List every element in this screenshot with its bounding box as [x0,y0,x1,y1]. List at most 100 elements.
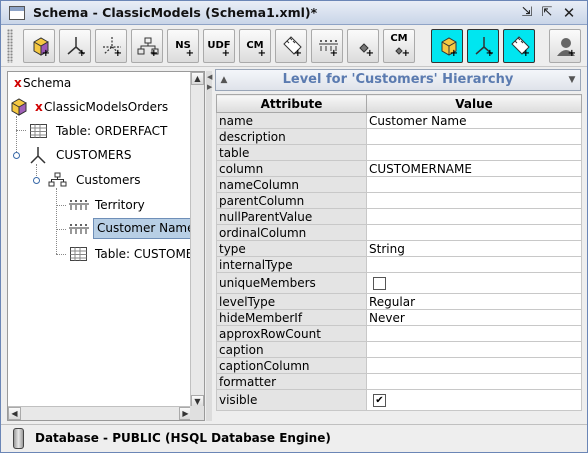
property-name: levelType [216,293,367,310]
scroll-left-icon[interactable]: ◀ [8,407,21,420]
add-measure-button[interactable]: + [275,29,307,63]
property-row: uniqueMembers [216,272,582,294]
property-value-field[interactable] [366,128,582,145]
property-table: Attribute Value name Customer Name descrip… [216,94,582,411]
table-icon [30,124,47,138]
property-row: type String [216,240,582,257]
add-dimension-button[interactable]: + [59,29,91,63]
property-name: formatter [216,373,367,390]
database-icon [13,428,24,449]
toolbar-grip[interactable] [7,29,13,63]
add-calculated-member-button[interactable]: CM + [239,29,271,63]
tree-vertical-scrollbar[interactable]: ▲ ▼ [190,72,204,408]
property-value-field[interactable] [366,144,582,161]
expand-knob-icon[interactable] [13,152,20,159]
collapse-right-icon[interactable]: ▶ [207,83,212,91]
close-icon[interactable]: ✕ [561,5,577,21]
property-value-field[interactable] [366,325,582,342]
property-row: caption [216,341,582,358]
property-value-field[interactable]: Never [366,309,582,326]
dimension-icon [30,147,46,164]
restore-icon[interactable]: ⇲ [519,5,535,21]
property-value-cell: ✔ [366,389,582,411]
add-virtual-cube-button[interactable]: + [431,29,463,63]
add-virtual-cube-measure-button[interactable]: + [503,29,535,63]
property-name: nameColumn [216,176,367,193]
column-header-value[interactable]: Value [366,94,582,113]
property-name: visible [216,389,367,411]
hierarchy-icon [48,172,67,187]
add-level-button[interactable]: + [311,29,343,63]
property-row: captionColumn [216,357,582,374]
tree-node-dim-table[interactable]: Table: CUSTOMER_ [70,244,192,264]
expand-knob-icon[interactable] [33,177,40,184]
add-dimension-usage-button[interactable]: + [95,29,127,63]
status-bar: Database - PUBLIC (HSQL Database Engine) [1,424,587,452]
property-value-field[interactable] [366,208,582,225]
property-name: approxRowCount [216,325,367,342]
property-row: name Customer Name [216,112,582,129]
property-row: formatter [216,373,582,390]
schema-tree-panel: x Schema x ClassicModelsOrders Table: OR… [7,71,205,421]
tree-node-level-customer-name[interactable]: Customer Name [68,218,192,239]
tree-node-schema[interactable]: x Schema [14,73,184,93]
panel-title-bar: ▲ Level for 'Customers' Hierarchy ▼ [215,69,581,91]
tree-connector [56,205,66,206]
chevron-down-icon[interactable]: ▼ [564,70,580,90]
column-header-attribute[interactable]: Attribute [216,94,367,113]
property-row: description [216,128,582,145]
tree-node-cube[interactable]: x ClassicModelsOrders [10,97,186,117]
property-value-field[interactable]: String [366,240,582,257]
property-value-field[interactable] [366,176,582,193]
visible-checkbox[interactable]: ✔ [373,394,386,407]
window-title: Schema - ClassicModels (Schema1.xml)* [33,5,318,20]
title-bar: Schema - ClassicModels (Schema1.xml)* ⇲ … [1,1,587,25]
property-value-field[interactable]: Customer Name [366,112,582,129]
status-text: Database - PUBLIC (HSQL Database Engine) [35,431,331,445]
property-name: name [216,112,367,129]
app-window: Schema - ClassicModels (Schema1.xml)* ⇲ … [0,0,588,453]
property-name: parentColumn [216,192,367,209]
chevron-left-icon[interactable]: ▲ [216,70,232,90]
property-value-field[interactable]: CUSTOMERNAME [366,160,582,177]
property-value-field[interactable] [366,357,582,374]
property-row: approxRowCount [216,325,582,342]
property-value-field[interactable]: Regular [366,293,582,310]
add-cube-button[interactable]: + [23,29,55,63]
add-role-button[interactable]: + [549,29,581,63]
tree-node-dimension[interactable]: CUSTOMERS [28,145,188,165]
property-value-cell [366,272,582,294]
add-hierarchy-button[interactable]: + [131,29,163,63]
property-value-field[interactable] [366,373,582,390]
property-row: levelType Regular [216,293,582,310]
property-panel: ▲ Level for 'Customers' Hierarchy ▼ Attr… [213,69,583,421]
property-value-field[interactable] [366,341,582,358]
add-property-button[interactable]: + [347,29,379,63]
tree-node-fact-table[interactable]: Table: ORDERFACT [30,121,190,141]
add-udf-button[interactable]: UDF + [203,29,235,63]
tree-node-hierarchy[interactable]: Customers [48,170,188,190]
property-name: description [216,128,367,145]
property-value-field[interactable] [366,192,582,209]
property-value-field[interactable] [366,256,582,273]
property-name: type [216,240,367,257]
maximize-icon[interactable]: ⇱ [539,5,555,21]
cube-icon [11,98,27,116]
scroll-corner [190,406,204,420]
collapse-left-icon[interactable]: ◀ [207,73,212,81]
add-calculated-member-property-button[interactable]: CM + [383,29,415,63]
tree-connector [56,229,66,230]
add-named-set-button[interactable]: NS + [167,29,199,63]
property-name: caption [216,341,367,358]
property-name: nullParentValue [216,208,367,225]
tree-connector [56,188,57,254]
tree-node-level-territory[interactable]: Territory [68,195,188,215]
uniqueMembers-checkbox[interactable] [373,277,386,290]
scroll-up-icon[interactable]: ▲ [191,72,204,85]
tree-horizontal-scrollbar[interactable]: ◀ ▶ [8,406,192,420]
add-virtual-cube-dimension-button[interactable]: + [467,29,499,63]
split-pane-divider[interactable]: ◀ ▶ [206,71,212,421]
property-name: column [216,160,367,177]
toolbar: + + + + NS + UDF + CM + + + + CM + + + +… [1,25,587,67]
property-value-field[interactable] [366,224,582,241]
